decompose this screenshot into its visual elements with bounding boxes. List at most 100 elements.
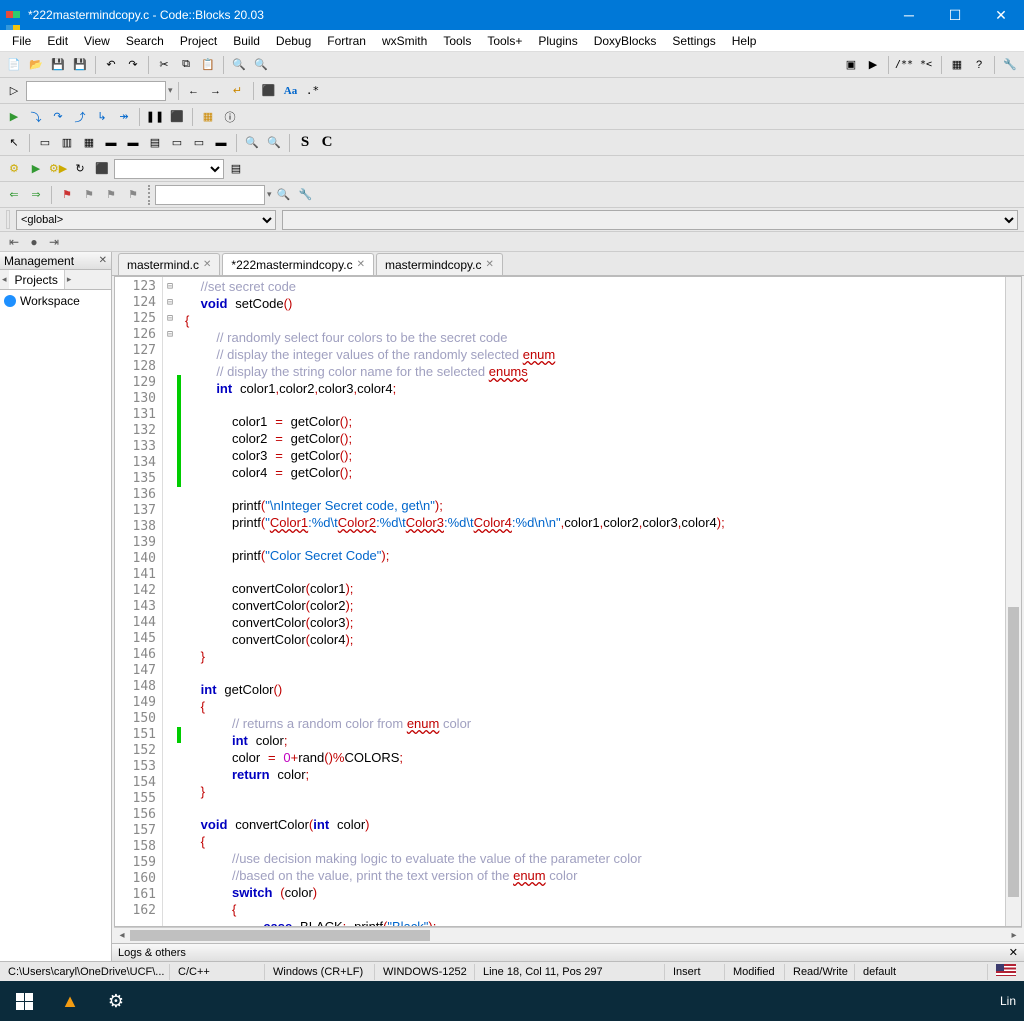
- info-icon[interactable]: ⓘ: [220, 107, 240, 127]
- taskbar-app-settings[interactable]: ⚙: [96, 981, 136, 1021]
- rect1-icon[interactable]: ▭: [35, 133, 55, 153]
- paste-icon[interactable]: 📋: [198, 55, 218, 75]
- mgmt-tree[interactable]: Workspace: [0, 290, 111, 961]
- horizontal-scrollbar[interactable]: ◂ ▸: [114, 927, 1022, 943]
- scroll-thumb[interactable]: [1008, 607, 1019, 897]
- bold-s-icon[interactable]: S: [295, 133, 315, 153]
- menu-view[interactable]: View: [76, 32, 118, 50]
- bookmark-combo[interactable]: [155, 185, 265, 205]
- step-over-icon[interactable]: ↷: [48, 107, 68, 127]
- maximize-button[interactable]: ☐: [932, 0, 978, 30]
- step-out-icon[interactable]: ⤴: [70, 107, 90, 127]
- debug-windows-icon[interactable]: ▦: [198, 107, 218, 127]
- workspace-node[interactable]: Workspace: [4, 294, 107, 308]
- file-tab[interactable]: mastermindcopy.c✕: [376, 253, 503, 275]
- build-run-icon[interactable]: ⚙▶: [48, 159, 68, 179]
- flag-red-icon[interactable]: ⚑: [57, 185, 77, 205]
- back-icon[interactable]: ←: [184, 81, 204, 101]
- mgmt-close-icon[interactable]: ✕: [99, 255, 107, 266]
- new-file-icon[interactable]: 📄: [4, 55, 24, 75]
- rect6-icon[interactable]: ▤: [145, 133, 165, 153]
- tab-close-icon[interactable]: ✕: [485, 259, 493, 270]
- save-icon[interactable]: 💾: [48, 55, 68, 75]
- menu-tools[interactable]: Tools: [435, 32, 479, 50]
- menu-project[interactable]: Project: [172, 32, 225, 50]
- menu-help[interactable]: Help: [724, 32, 765, 50]
- build-target-combo[interactable]: [114, 159, 224, 179]
- menu-search[interactable]: Search: [118, 32, 172, 50]
- titlebar[interactable]: *222mastermindcopy.c - Code::Blocks 20.0…: [0, 0, 1024, 30]
- flag-g1-icon[interactable]: ⚑: [79, 185, 99, 205]
- cut-icon[interactable]: ✂: [154, 55, 174, 75]
- target-props-icon[interactable]: ▤: [226, 159, 246, 179]
- step-instr-icon[interactable]: ↳: [92, 107, 112, 127]
- next-instr-icon[interactable]: ↠: [114, 107, 134, 127]
- menu-file[interactable]: File: [4, 32, 39, 50]
- doxy-line-comment-icon[interactable]: *<: [916, 55, 936, 75]
- file-tab[interactable]: mastermind.c✕: [118, 253, 220, 275]
- copy-icon[interactable]: ⧉: [176, 55, 196, 75]
- pause-icon[interactable]: ❚❚: [145, 107, 165, 127]
- doxy-icon[interactable]: ▣: [841, 55, 861, 75]
- rebuild-icon[interactable]: ↻: [70, 159, 90, 179]
- scope-right-combo[interactable]: [282, 210, 1018, 230]
- menu-plugins[interactable]: Plugins: [530, 32, 585, 50]
- wrench-icon[interactable]: 🔧: [296, 185, 316, 205]
- menu-wxsmith[interactable]: wxSmith: [374, 32, 435, 50]
- logs-panel-header[interactable]: Logs & others ✕: [112, 943, 1024, 961]
- doxy-block-comment-icon[interactable]: /**: [894, 55, 914, 75]
- rect2-icon[interactable]: ▥: [57, 133, 77, 153]
- prev-bm-icon[interactable]: ⇐: [4, 185, 24, 205]
- mgmt-tab-projects[interactable]: Projects: [9, 270, 65, 289]
- redo-icon[interactable]: ↷: [123, 55, 143, 75]
- scope-left-combo[interactable]: <global>: [16, 210, 276, 230]
- mgmt-tab-scroll-left-icon[interactable]: ◂: [0, 270, 9, 289]
- close-button[interactable]: ✕: [978, 0, 1024, 30]
- open-file-icon[interactable]: 📂: [26, 55, 46, 75]
- save-all-icon[interactable]: 💾: [70, 55, 90, 75]
- start-button[interactable]: [4, 981, 44, 1021]
- zoom-out-icon[interactable]: 🔍: [264, 133, 284, 153]
- forward-icon[interactable]: →: [206, 81, 226, 101]
- tab-close-icon[interactable]: ✕: [203, 259, 211, 270]
- file-tab[interactable]: *222mastermindcopy.c✕: [222, 253, 374, 275]
- menu-edit[interactable]: Edit: [39, 32, 76, 50]
- run-icon[interactable]: ▶: [26, 159, 46, 179]
- select-icon[interactable]: ↖: [4, 133, 24, 153]
- debug-run-icon[interactable]: ▶: [4, 107, 24, 127]
- jump-icon[interactable]: ↵: [228, 81, 248, 101]
- find-icon[interactable]: 🔍: [229, 55, 249, 75]
- code-editor[interactable]: 123 124 125 126 127 128 129 130 131 132 …: [114, 276, 1022, 927]
- hscroll-right-icon[interactable]: ▸: [1006, 928, 1022, 943]
- mgmt-tab-scroll-right-icon[interactable]: ▸: [65, 270, 74, 289]
- rect3-icon[interactable]: ▦: [79, 133, 99, 153]
- undo-icon[interactable]: ↶: [101, 55, 121, 75]
- jump-back-icon[interactable]: ⇤: [6, 234, 22, 250]
- bold-c-icon[interactable]: C: [317, 133, 337, 153]
- flag-g2-icon[interactable]: ⚑: [101, 185, 121, 205]
- tab-close-icon[interactable]: ✕: [357, 259, 365, 270]
- abort-icon[interactable]: ⬛: [92, 159, 112, 179]
- menu-doxyblocks[interactable]: DoxyBlocks: [586, 32, 665, 50]
- build-icon[interactable]: ⚙: [4, 159, 24, 179]
- minimize-button[interactable]: ─: [886, 0, 932, 30]
- search-icon[interactable]: 🔍: [274, 185, 294, 205]
- rect4-icon[interactable]: ▬: [101, 133, 121, 153]
- taskbar-app-vlc[interactable]: ▲: [50, 981, 90, 1021]
- hscroll-left-icon[interactable]: ◂: [114, 928, 130, 943]
- stop-icon[interactable]: ⬛: [167, 107, 187, 127]
- rect7-icon[interactable]: ▭: [167, 133, 187, 153]
- menu-tools+[interactable]: Tools+: [479, 32, 530, 50]
- rect8-icon[interactable]: ▭: [189, 133, 209, 153]
- rect9-icon[interactable]: ▬: [211, 133, 231, 153]
- zoom-in-icon[interactable]: 🔍: [242, 133, 262, 153]
- target-combo[interactable]: [26, 81, 166, 101]
- menu-settings[interactable]: Settings: [664, 32, 723, 50]
- run-to-cursor-icon[interactable]: ▷: [4, 81, 24, 101]
- jump-mark-icon[interactable]: ●: [26, 234, 42, 250]
- regex-icon[interactable]: .*: [303, 81, 323, 101]
- menu-build[interactable]: Build: [225, 32, 268, 50]
- vertical-scrollbar[interactable]: [1005, 277, 1021, 926]
- doxy-chm-icon[interactable]: ?: [969, 55, 989, 75]
- taskbar[interactable]: ▲ ⚙ Lin: [0, 981, 1024, 1021]
